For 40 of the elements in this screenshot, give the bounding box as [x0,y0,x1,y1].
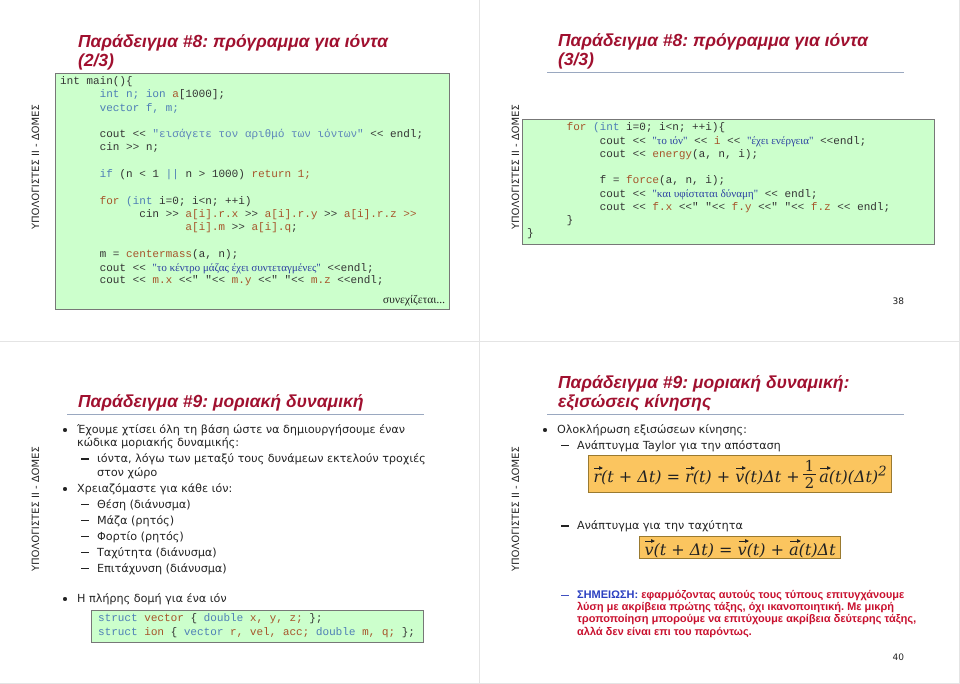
dash-icon [81,458,89,460]
bullet-icon [63,597,67,602]
sub-bullet-text: Φορτίο (ρητός) [97,530,184,544]
bullet-icon [543,428,547,432]
sub-bullet-text: Ανάπτυγμα για την ταχύτητα [577,519,743,533]
bullet-icon [63,428,67,432]
dash-icon [81,536,89,538]
dash-icon [81,504,89,506]
code-block: struct vector { double x, y, z; }; struct ion { vector r, vel, acc; double m, q; }; [91,610,424,643]
dash-icon [561,525,569,527]
sub-bullet-text: Ταχύτητα (διάνυσμα) [97,546,217,560]
sidebar-label: ΥΠΟΛΟΓΙΣΤΕΣ II - ΔΟΜΕΣ [31,446,42,574]
sidebar-label: ΥΠΟΛΟΓΙΣΤΕΣ II - ΔΟΜΕΣ [511,446,522,574]
bullet-icon [63,486,67,491]
slide-title: Παράδειγμα #8: πρόγραμμα για ιόντα (3/3) [558,31,870,69]
sidebar-label: ΥΠΟΛΟΓΙΣΤΕΣ II - ΔΟΜΕΣ [511,104,522,232]
sub-bullet-text: Ανάπτυγμα Taylor για την απόσταση [577,438,781,452]
code-block: int main(){ int n; ion a[1000]; vector f, m; cout << "εισάγετε τον αριθμό των ιόντων" << endl; cin >> n; if (n < 1 || n > 1000) return 1; for (int i=0; i<n; ++i) cin >> a[i].r.x >> a[i].r.y >> a[i].r.z >> a[i].m >> a[i].q; m = centermass(a, n); cout << "το κέντρο μάζας έχει συντεταγμένες" <<endl; cout << m.x <<" "<< m.y <<" "<< m.z <<endl; συνεχίζεται... [55,73,450,310]
slide-title: Παράδειγμα #9: μοριακή δυναμική [78,392,364,411]
page-number: 38 [892,297,904,307]
bullet-text: Έχουμε χτίσει όλη τη βάση ώστε να δημιουργήσουμε έναν κώδικα μοριακής δυναμικής: [77,423,406,450]
formula: v(t + Δt) = v(t) + a(t)Δt [639,536,841,559]
bullet-text: Η πλήρης δομή για ένα ιόν [77,592,227,606]
dash-icon [81,520,89,522]
dash-icon [561,444,569,446]
sub-bullet-text: ιόντα, λόγω των μεταξύ τους δυνάμεων εκτελούν τροχιές στον χώρο [97,452,427,479]
dash-icon [561,594,569,596]
code-block: for (int i=0; i<n; ++i){ cout << "το ιόν" << i << "έχει ενέργεια" <<endl; cout << energy(a, n, i); f = force(a, n, i); cout << "και υφίσταται δύναμη" << endl; cout << f.x <<" "<< f.y <<" "<< f.z << endl; } } [522,119,935,245]
sub-bullet-text: Επιτάχυνση (διάνυσμα) [97,562,227,576]
bullet-text: Ολοκλήρωση εξισώσεων κίνησης: [557,423,747,436]
sub-bullet-text: Θέση (διάνυσμα) [97,498,191,512]
dash-icon [81,568,89,570]
slide-title: Παράδειγμα #9: μοριακή δυναμική: εξισώσεις κίνησης [558,373,850,411]
page-number: 40 [892,653,904,663]
dash-icon [81,552,89,554]
bullet-text: Χρειαζόμαστε για κάθε ιόν: [77,482,232,496]
note-text: ΣΗΜΕΙΩΣΗ: εφαρμόζοντας αυτούς τους τύπους επιτυγχάνουμε λύση με ακρίβεια πρώτης τάξης, όχι ικανοποιητική. Με μικρή τροποποίηση μπορούμε να επιτύχουμε ακρίβεια δεύτερης τάξης, αλλά δεν είναι επι του παρόντως. [577,588,918,638]
sub-bullet-text: Μάζα (ρητός) [97,514,174,528]
slide-title: Παράδειγμα #8: πρόγραμμα για ιόντα (2/3) [78,32,390,70]
sidebar-label: ΥΠΟΛΟΓΙΣΤΕΣ II - ΔΟΜΕΣ [31,104,42,232]
